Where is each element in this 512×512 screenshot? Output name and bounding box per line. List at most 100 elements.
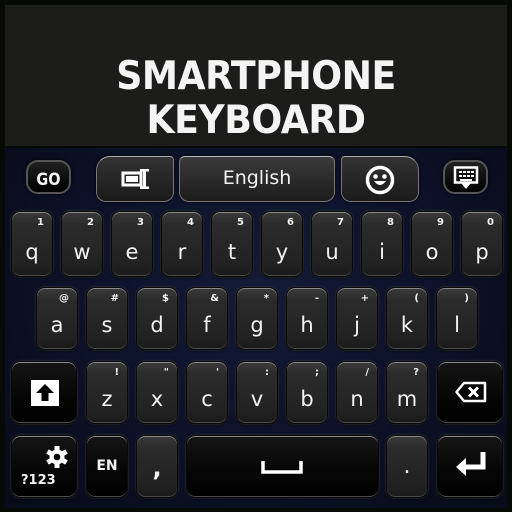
key-t[interactable]: 5t	[211, 211, 253, 277]
key-sub-label: (	[414, 293, 419, 304]
key-sub-label: 4	[187, 217, 194, 228]
key-label: c	[201, 387, 213, 411]
key-label: n	[350, 387, 364, 411]
key-label: r	[177, 240, 187, 264]
key-sub-label: 6	[287, 217, 294, 228]
emoji-button[interactable]	[341, 156, 419, 202]
key-sub-label: /	[365, 367, 369, 378]
backspace-icon	[455, 381, 487, 403]
key-d[interactable]: $ d	[136, 287, 178, 350]
key-l[interactable]: ) l	[436, 287, 478, 350]
key-b[interactable]: ; b	[286, 361, 328, 424]
key-sub-label: !	[114, 367, 119, 378]
key-sub-label: 7	[337, 217, 344, 228]
key-label: d	[150, 313, 164, 337]
language-button[interactable]: English	[179, 156, 335, 202]
shift-arrow-icon	[31, 380, 59, 406]
space-key[interactable]	[186, 435, 379, 498]
backspace-key[interactable]	[437, 361, 503, 424]
key-r[interactable]: 4r	[161, 211, 203, 277]
text-cursor-icon	[121, 169, 149, 189]
comma-key[interactable]: ,	[136, 435, 178, 498]
key-label: k	[400, 313, 414, 337]
key-label: y	[275, 240, 289, 264]
comma-label: ,	[152, 454, 162, 482]
go-label: GO	[36, 170, 61, 190]
key-q[interactable]: 1q	[11, 211, 53, 277]
key-sub-label: 0	[487, 217, 494, 228]
key-s[interactable]: # s	[86, 287, 128, 350]
language-label: English	[222, 167, 292, 189]
key-k[interactable]: (k	[386, 287, 428, 350]
key-n[interactable]: / n	[336, 361, 378, 424]
key-sub-label: #	[110, 293, 119, 304]
enter-return-icon	[456, 452, 486, 476]
key-label: u	[325, 240, 339, 264]
key-v[interactable]: :v	[236, 361, 278, 424]
key-o[interactable]: 9o	[411, 211, 453, 277]
key-label: l	[454, 313, 460, 337]
key-sub-label: &	[210, 293, 219, 304]
key-g[interactable]: * g	[236, 287, 278, 350]
key-c[interactable]: ' c	[186, 361, 228, 424]
key-sub-label: -	[314, 293, 319, 304]
key-label: o	[425, 240, 439, 264]
symbols-label: ?123	[21, 473, 56, 488]
key-sub-label: 5	[237, 217, 244, 228]
key-sub-label: 9	[437, 217, 444, 228]
key-sub-label: 3	[137, 217, 144, 228]
symbols-settings-key[interactable]: ?123	[11, 435, 77, 498]
key-sub-label: *	[263, 293, 269, 304]
key-p[interactable]: 0p	[461, 211, 503, 277]
key-x[interactable]: " x	[136, 361, 178, 424]
key-e[interactable]: 3e	[111, 211, 153, 277]
go-button[interactable]: GO	[26, 160, 71, 194]
key-sub-label: $	[162, 293, 169, 304]
key-label: a	[50, 313, 64, 337]
key-i[interactable]: 8i	[361, 211, 403, 277]
key-sub-label: +	[360, 293, 369, 304]
key-label: t	[227, 240, 237, 264]
key-y[interactable]: 6y	[261, 211, 303, 277]
key-sub-label: @	[59, 293, 69, 304]
key-sub-label: 1	[37, 217, 44, 228]
key-h[interactable]: -h	[286, 287, 328, 350]
key-label: w	[73, 240, 91, 264]
key-label: j	[354, 313, 360, 337]
key-label: m	[396, 387, 418, 411]
key-sub-label: 8	[387, 217, 394, 228]
key-label: h	[300, 313, 314, 337]
key-sub-label: 2	[87, 217, 94, 228]
key-u[interactable]: 7u	[311, 211, 353, 277]
key-label: p	[475, 240, 489, 264]
key-f[interactable]: & f	[186, 287, 228, 350]
banner-title: SMARTPHONE KEYBOARD	[116, 54, 396, 143]
banner: SMARTPHONE KEYBOARD	[5, 5, 507, 146]
key-j[interactable]: + j	[336, 287, 378, 350]
key-a[interactable]: @ a	[36, 287, 78, 350]
key-sub-label: ?	[413, 367, 419, 378]
period-label: .	[403, 454, 411, 479]
enter-key[interactable]	[437, 435, 503, 498]
key-sub-label: :	[265, 367, 269, 378]
key-w[interactable]: 2w	[61, 211, 103, 277]
keyboard: GO English 1 q 2 w 3 e 4 r 5 t 6 y 7 u 8…	[5, 148, 507, 508]
key-z[interactable]: ! z	[86, 361, 128, 424]
key-label: i	[379, 240, 385, 264]
key-label: s	[101, 313, 113, 337]
key-label: g	[250, 313, 264, 337]
key-label: v	[250, 387, 264, 411]
space-bar-icon	[261, 461, 303, 474]
period-key[interactable]: .	[386, 435, 428, 498]
language-switch-key[interactable]: EN	[86, 435, 128, 498]
shift-key[interactable]	[11, 361, 77, 424]
key-sub-label: )	[464, 293, 469, 304]
language-short-label: EN	[96, 458, 118, 474]
key-label: z	[101, 387, 113, 411]
hide-keyboard-button[interactable]	[443, 160, 488, 194]
cursor-button[interactable]	[96, 156, 174, 202]
key-sub-label: ;	[315, 367, 319, 378]
key-label: b	[300, 387, 314, 411]
keyboard-hide-icon	[453, 166, 479, 189]
key-m[interactable]: ? m	[386, 361, 428, 424]
